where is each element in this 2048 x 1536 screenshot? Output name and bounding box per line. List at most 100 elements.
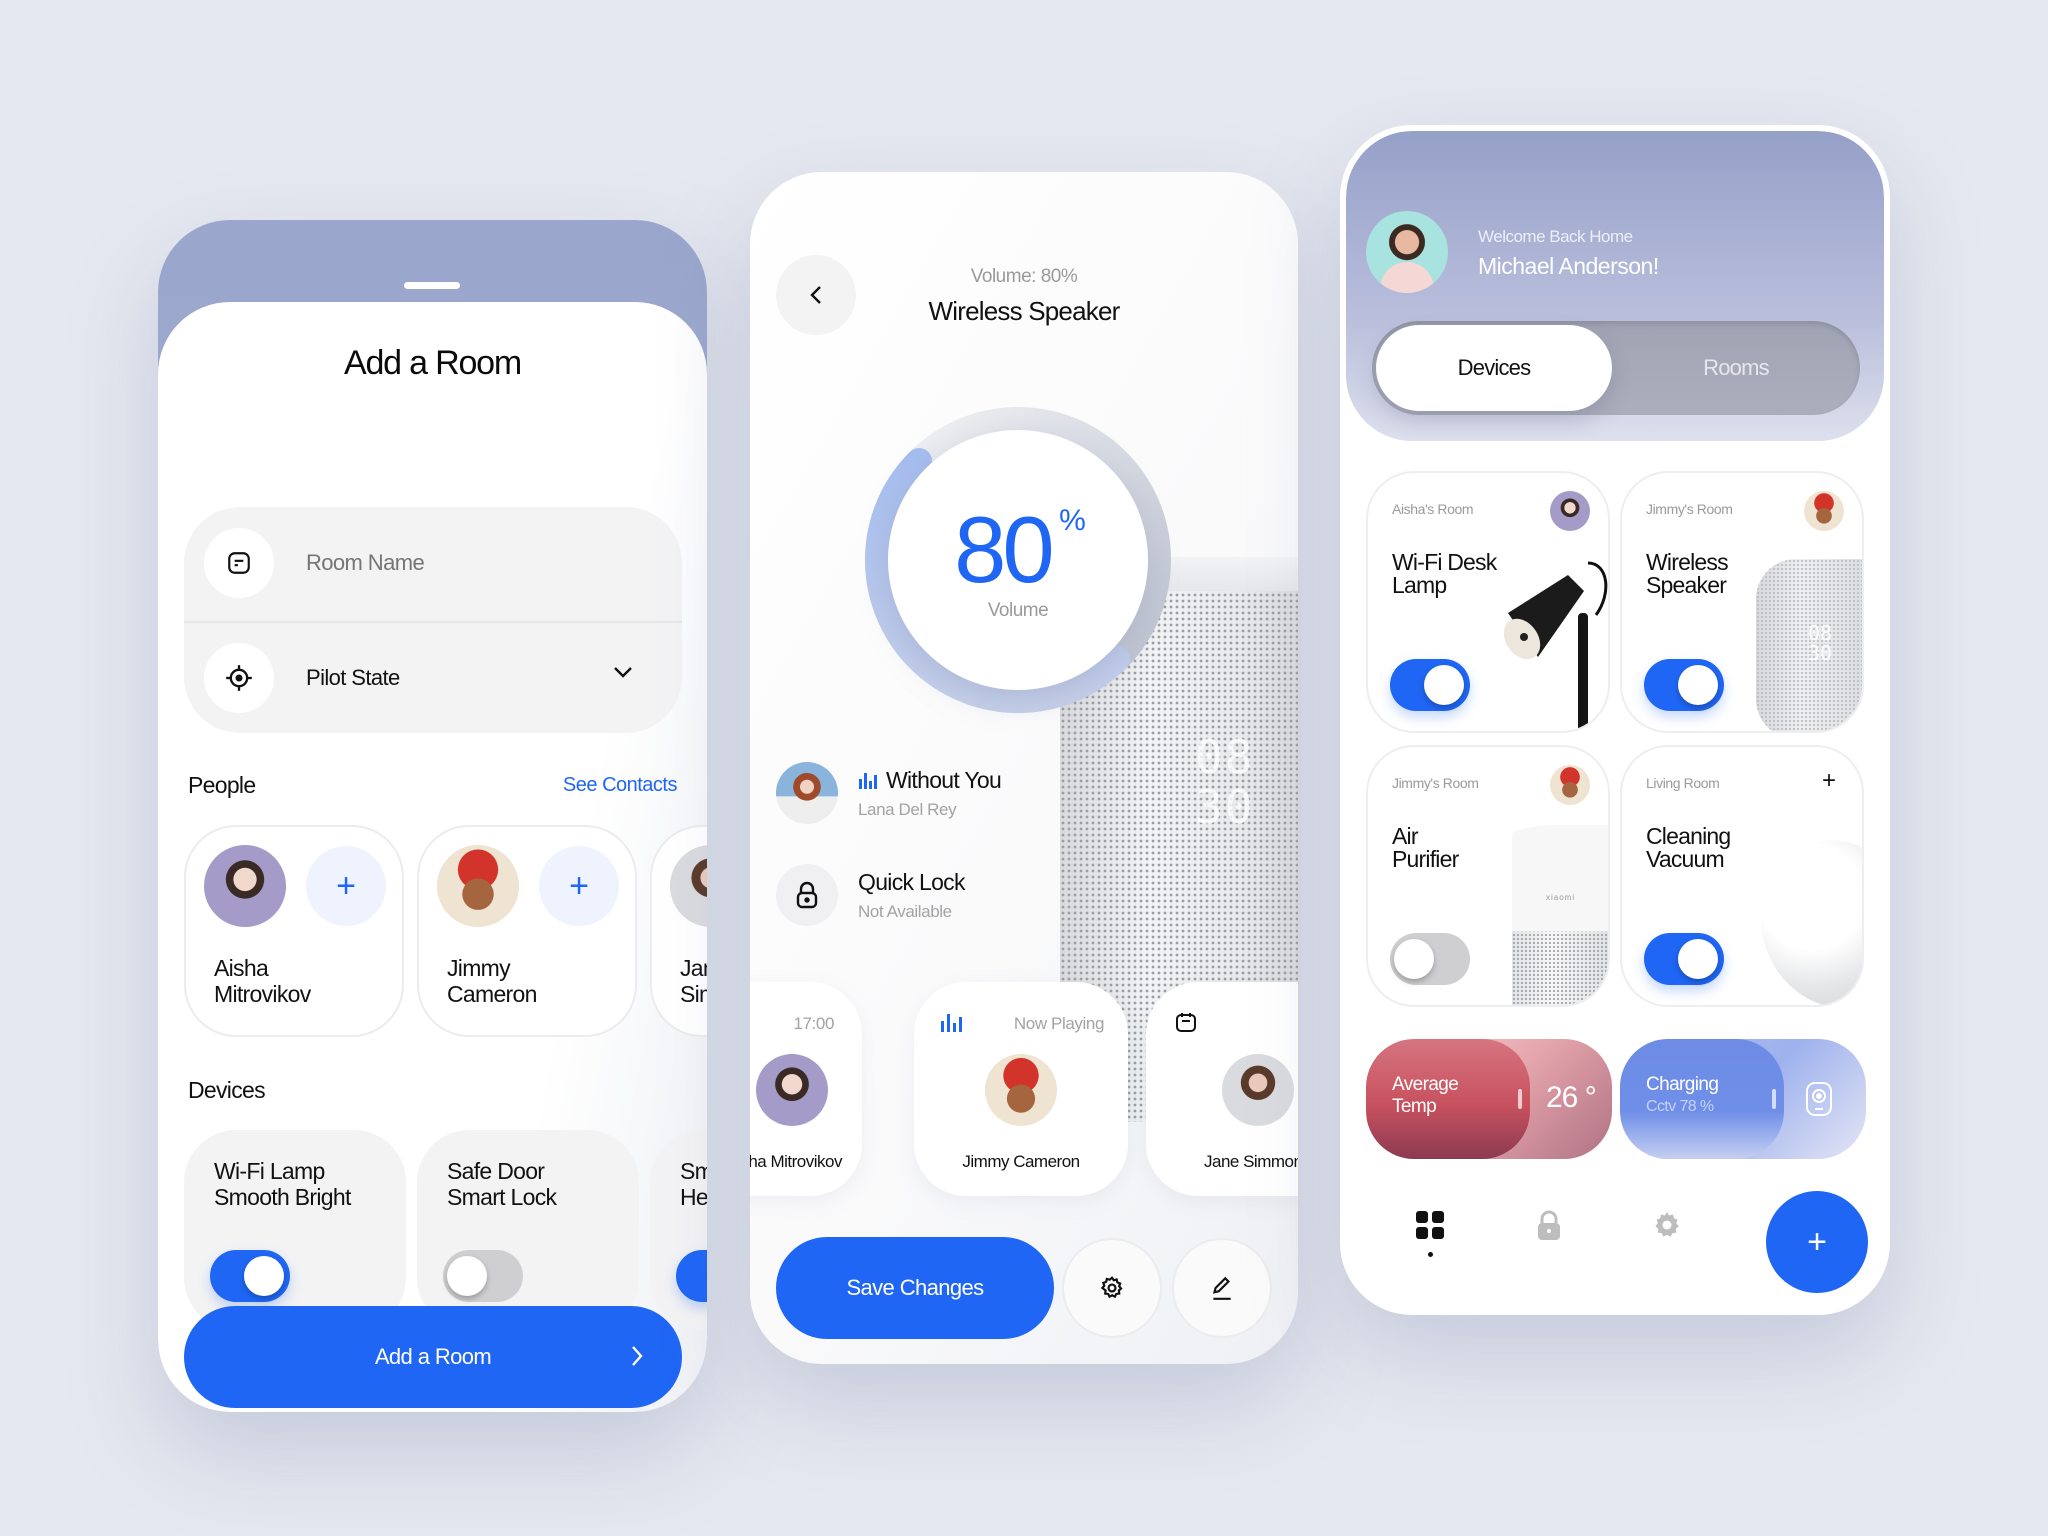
lock-icon	[1538, 1210, 1560, 1240]
edit-button[interactable]	[1172, 1238, 1272, 1338]
album-art	[776, 762, 838, 824]
person-name: JaneSimmons	[680, 955, 707, 1007]
song-title: Without You	[886, 766, 1002, 793]
avatar-jane	[1222, 1054, 1294, 1126]
add-icon[interactable]: +	[1822, 769, 1836, 793]
gear-icon	[1100, 1276, 1123, 1299]
speaker-clock: 08 30	[1195, 730, 1255, 834]
now-playing-label: Now Playing	[1013, 1014, 1104, 1033]
add-person-button[interactable]: +	[306, 846, 386, 926]
quick-lock-title: Quick Lock	[858, 868, 965, 895]
add-person-button[interactable]: +	[539, 846, 619, 926]
speaker-screen: Volume: 80% Wireless Speaker 08 30 80 % …	[750, 172, 1298, 1364]
settings-button[interactable]	[1062, 1238, 1162, 1338]
temp-value: 26 °	[1546, 1081, 1597, 1114]
device-name: Wireless Speaker	[1646, 549, 1729, 598]
volume-unit: %	[1059, 504, 1086, 537]
device-toggle[interactable]	[1390, 933, 1470, 985]
people-heading: People	[188, 772, 256, 798]
charging-widget[interactable]: Charging Cctv 78 %	[1620, 1039, 1866, 1159]
pencil-icon	[1212, 1276, 1231, 1300]
temp-label: Average Temp	[1392, 1074, 1459, 1117]
add-room-button[interactable]: Add a Room	[184, 1306, 682, 1408]
location-target-icon	[204, 643, 274, 713]
user-name: Michael Anderson!	[1478, 253, 1659, 279]
nav-home[interactable]	[1416, 1211, 1444, 1257]
equalizer-icon	[859, 773, 877, 789]
user-avatar[interactable]	[1366, 211, 1448, 293]
device-card[interactable]: Living Room + Cleaning Vacuum	[1620, 745, 1864, 1007]
welcome-subtitle: Welcome Back Home	[1478, 227, 1633, 246]
room-name-input[interactable]	[306, 550, 626, 576]
avatar-aisha	[204, 845, 286, 927]
see-contacts-link[interactable]: See Contacts	[563, 774, 678, 797]
state-select-value: Pilot State	[306, 665, 400, 690]
person-card[interactable]: JaneSimmons	[650, 825, 707, 1037]
save-changes-label: Save Changes	[846, 1275, 984, 1300]
device-toggle[interactable]	[210, 1250, 290, 1302]
quick-lock-row[interactable]: Quick Lock Not Available	[776, 864, 965, 926]
active-indicator	[1427, 1252, 1433, 1257]
device-card[interactable]: Jimmy's Room Wireless Speaker 08 30	[1620, 471, 1864, 733]
device-card: SmartHeater	[650, 1130, 707, 1330]
room-label: Aisha's Room	[1392, 501, 1474, 517]
volume-subtitle: Volume: 80%	[970, 266, 1078, 287]
grid-icon	[1416, 1211, 1444, 1239]
cctv-camera-icon	[1806, 1082, 1832, 1116]
add-room-sheet: Add a Room Pilot State People See Contac…	[158, 302, 707, 1412]
tab-rooms[interactable]: Rooms	[1616, 325, 1856, 411]
listener-card[interactable]: 17:00 Aisha Mitrovikov	[750, 982, 862, 1196]
device-name: Safe Door Smart Lock	[447, 1158, 557, 1210]
listener-card[interactable]: Now Playing Jimmy Cameron	[914, 982, 1128, 1196]
quick-lock-status: Not Available	[858, 901, 952, 921]
device-toggle[interactable]	[1644, 933, 1724, 985]
gear-icon	[1655, 1212, 1679, 1237]
device-name: Cleaning Vacuum	[1646, 823, 1731, 872]
average-temp-widget[interactable]: Average Temp 26 °	[1366, 1039, 1612, 1159]
charging-label: Charging Cctv 78 %	[1646, 1074, 1719, 1115]
volume-readout: 80 %	[888, 496, 1148, 604]
room-label: Jimmy's Room	[1646, 501, 1733, 517]
device-title: Wireless Speaker	[928, 296, 1121, 326]
state-select[interactable]: Pilot State	[184, 621, 682, 733]
person-card[interactable]: + Aisha Mitrovikov	[184, 825, 404, 1037]
now-playing-row[interactable]: Without You Lana Del Rey	[776, 762, 1002, 824]
equalizer-icon	[941, 1014, 962, 1032]
divider	[1518, 1089, 1522, 1109]
device-name: Air Purifier	[1392, 823, 1459, 872]
listener-card[interactable]: Jane Simmons	[1146, 982, 1298, 1196]
room-name-field[interactable]	[184, 507, 682, 619]
nav-lock[interactable]	[1536, 1210, 1562, 1245]
page-title: Add a Room	[344, 344, 522, 382]
device-name: Wi-Fi Lamp Smooth Bright	[214, 1158, 351, 1210]
owner-avatar	[1550, 765, 1590, 805]
device-card: Safe Door Smart Lock	[417, 1130, 639, 1330]
device-toggle[interactable]	[676, 1250, 707, 1302]
desk-lamp-image	[1503, 561, 1608, 731]
person-name: Jimmy Cameron	[447, 955, 537, 1007]
nav-settings[interactable]	[1652, 1210, 1682, 1245]
tab-devices[interactable]: Devices	[1376, 325, 1612, 411]
device-card[interactable]: Aisha's Room Wi-Fi Desk Lamp	[1366, 471, 1610, 733]
add-device-fab[interactable]: +	[1766, 1191, 1868, 1293]
device-toggle[interactable]	[1390, 659, 1470, 711]
dashboard-screen: Welcome Back Home Michael Anderson! Devi…	[1340, 125, 1890, 1315]
person-card[interactable]: + Jimmy Cameron	[417, 825, 637, 1037]
chevron-down-icon[interactable]	[612, 665, 634, 684]
device-toggle[interactable]	[1644, 659, 1724, 711]
room-label: Living Room	[1646, 775, 1720, 791]
device-toggle[interactable]	[443, 1250, 523, 1302]
listener-name: Jane Simmons	[1204, 1152, 1298, 1171]
listener-time: 17:00	[793, 1014, 834, 1033]
chevron-right-icon	[630, 1344, 644, 1374]
divider	[1772, 1089, 1776, 1109]
save-changes-button[interactable]: Save Changes	[776, 1237, 1054, 1339]
device-card[interactable]: Jimmy's Room Air Purifier xiaomi	[1366, 745, 1610, 1007]
padlock-icon	[776, 864, 838, 926]
owner-avatar	[1804, 491, 1844, 531]
sheet-grab-handle[interactable]	[404, 282, 460, 289]
robot-vacuum-image	[1737, 818, 1862, 1005]
brand-label: xiaomi	[1546, 893, 1576, 902]
room-label: Jimmy's Room	[1392, 775, 1479, 791]
listener-name: Aisha Mitrovikov	[750, 1152, 842, 1171]
